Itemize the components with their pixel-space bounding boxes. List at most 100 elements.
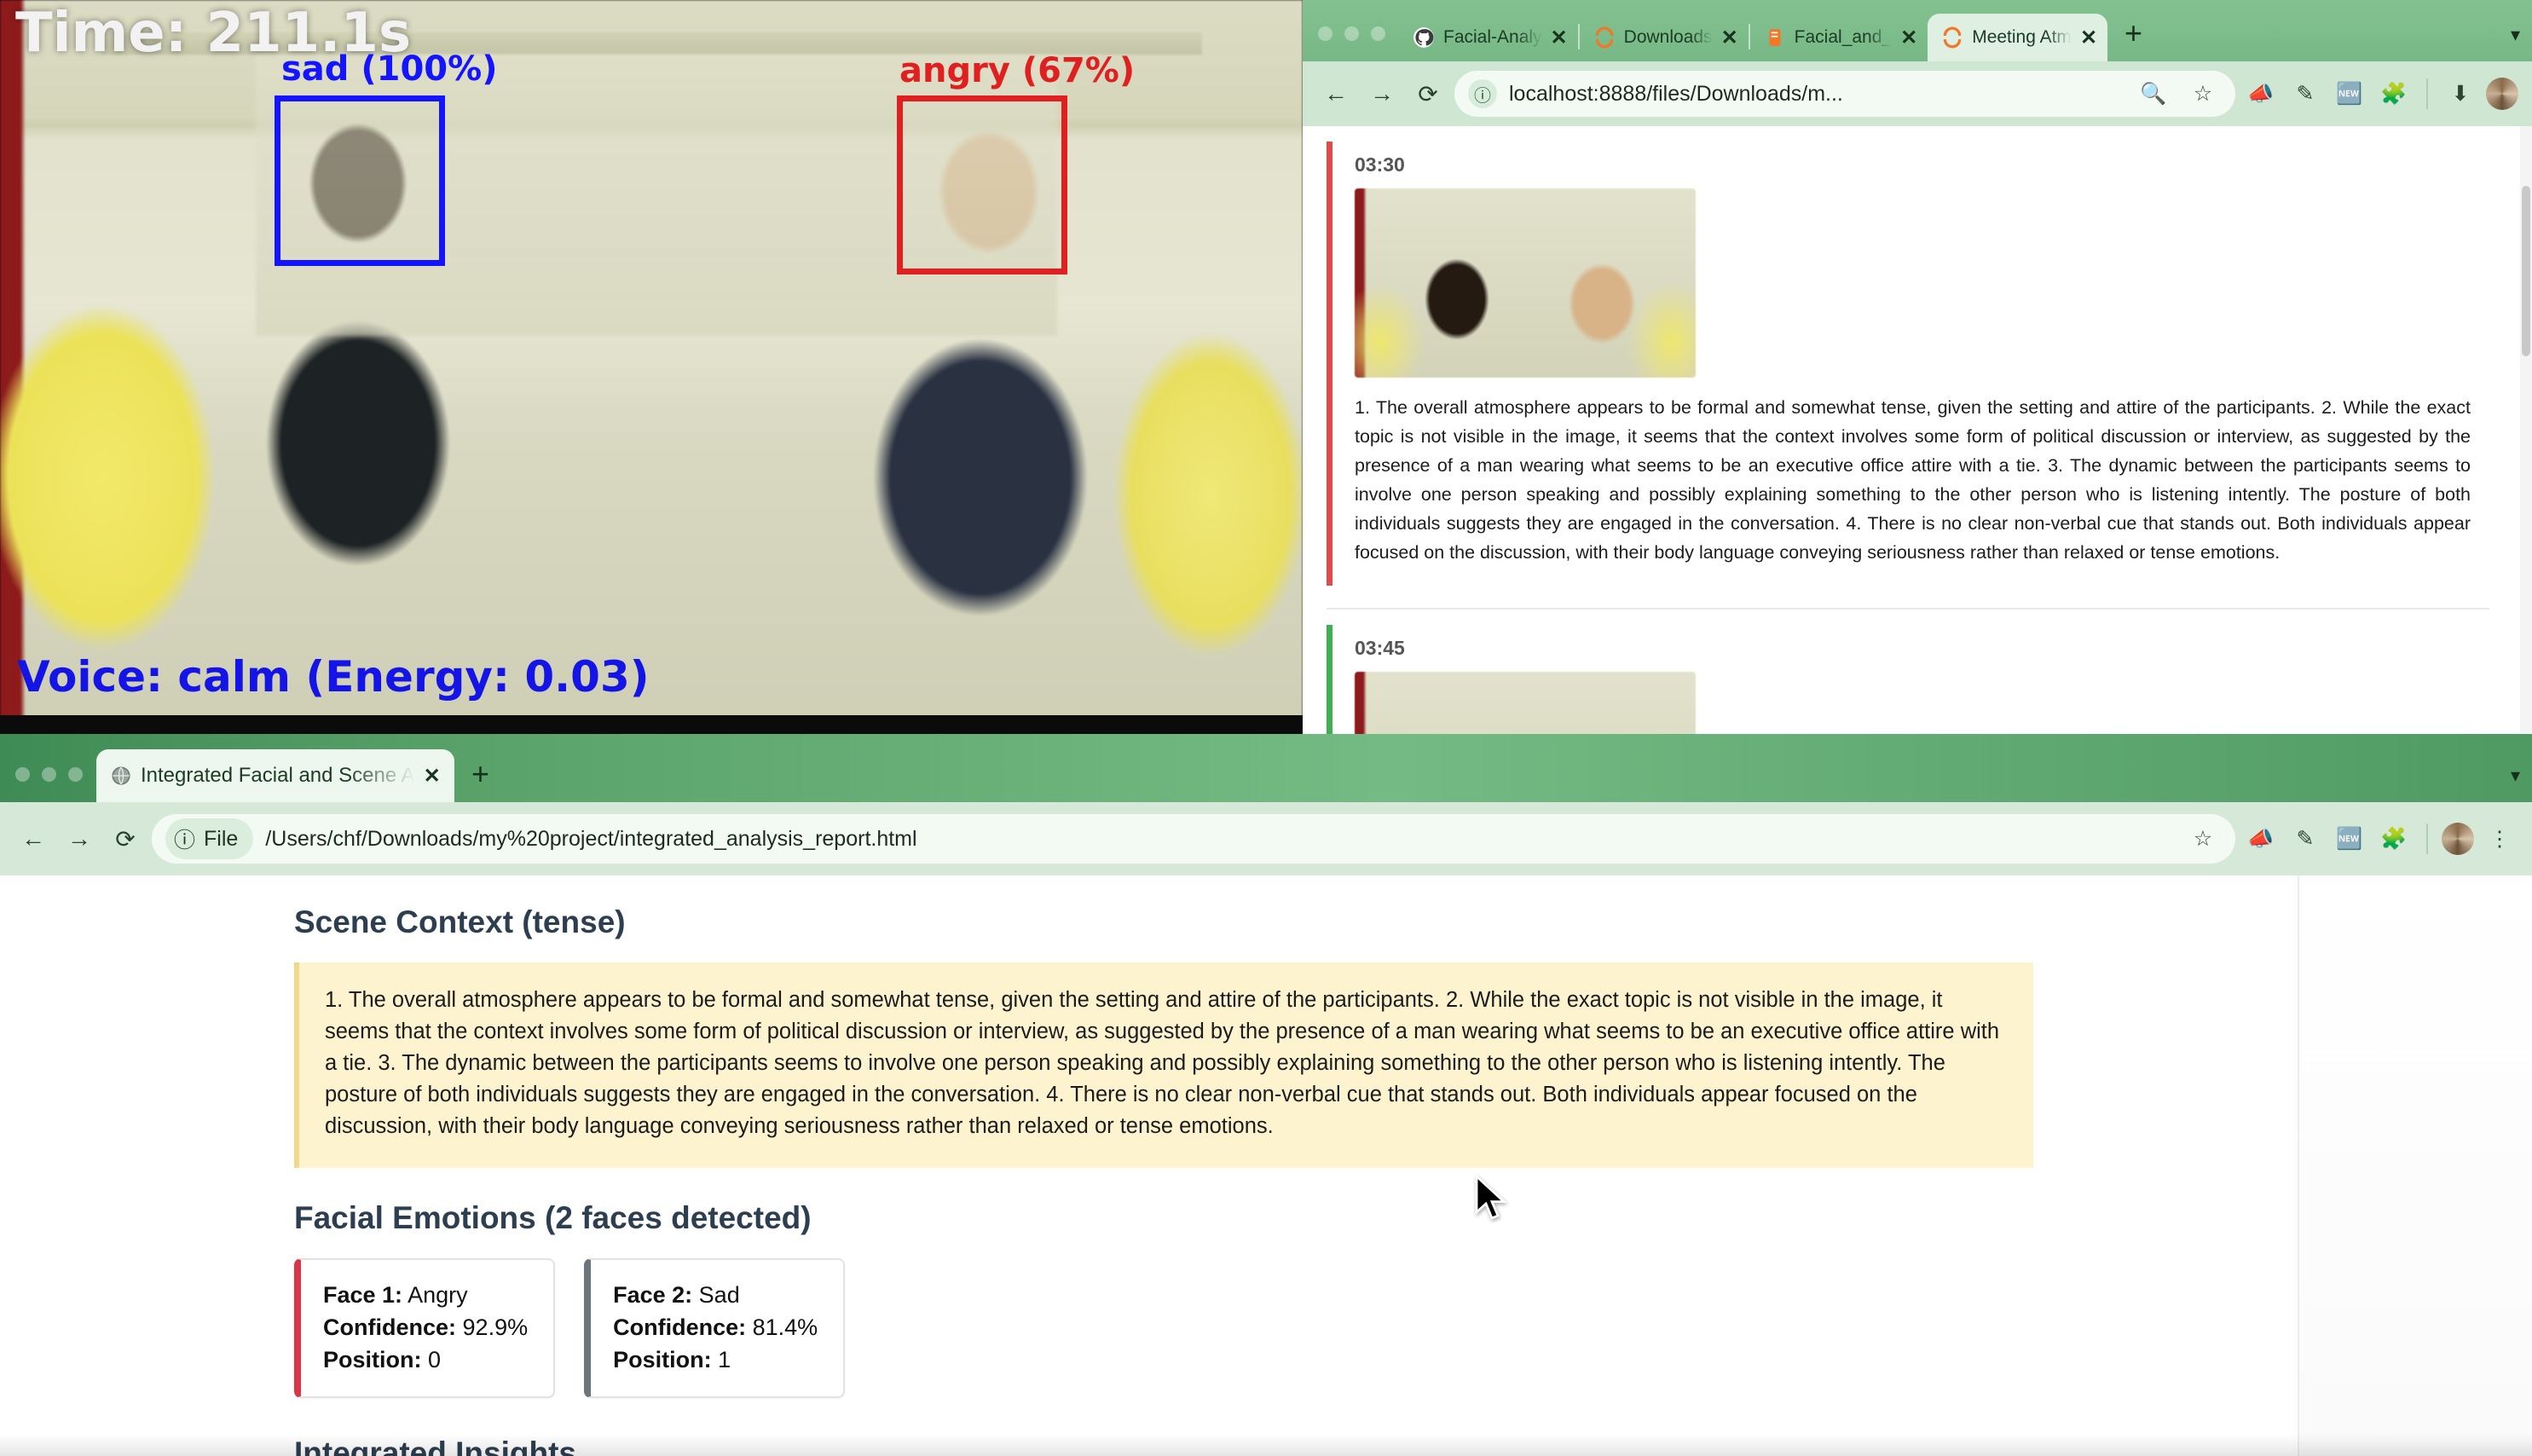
- clip-thumbnail[interactable]: [1355, 188, 1696, 378]
- mouse-cursor: [1475, 1175, 1507, 1220]
- face-card-2: Face 2: Sad Confidence: 81.4% Position: …: [584, 1258, 846, 1398]
- minimize-window-button[interactable]: [1344, 26, 1359, 41]
- face-label: Face 1:: [323, 1282, 403, 1308]
- position-label: Position:: [613, 1347, 712, 1372]
- tab-strip-top: Facial-Analy ✕ Downloads ✕ Facial_and_ ✕…: [1303, 0, 2532, 61]
- tab-close-button[interactable]: ✕: [1551, 26, 1568, 50]
- voice-emotion-overlay: Voice: calm (Energy: 0.03): [17, 652, 650, 702]
- face-bounding-box-angry: [897, 95, 1067, 274]
- tab-close-button[interactable]: ✕: [1721, 26, 1738, 50]
- toolbar-bottom: ← → ⟳ ⓘ File /Users/chf/Downloads/my%20p…: [0, 802, 2532, 875]
- avatar[interactable]: [2486, 78, 2518, 110]
- face-emotion-row: Face 2: Sad: [613, 1279, 818, 1311]
- window-traffic-lights[interactable]: [1309, 26, 1399, 61]
- search-icon[interactable]: 🔍: [2135, 75, 2172, 113]
- clip-timestamp: 03:30: [1355, 153, 1405, 176]
- notebook-icon: [1769, 29, 1781, 46]
- forward-button[interactable]: →: [60, 819, 99, 858]
- globe-icon: [112, 766, 130, 785]
- avatar[interactable]: [2442, 823, 2474, 855]
- chrome-menu-icon[interactable]: ⋮: [2481, 820, 2518, 858]
- back-button[interactable]: ←: [14, 819, 53, 858]
- clip-description: 1. The overall atmosphere appears to be …: [1355, 397, 2471, 563]
- extensions-puzzle-icon[interactable]: 🧩: [2375, 820, 2413, 858]
- face-label-angry: angry (67%): [899, 51, 1136, 90]
- confidence-value: 92.9%: [462, 1314, 529, 1340]
- report-browser-window: Integrated Facial and Scene A ✕ + ▾ ← → …: [0, 734, 2532, 1456]
- tab-facial-and[interactable]: Facial_and_ ✕: [1750, 14, 1928, 61]
- site-info-icon[interactable]: ⓘ: [174, 823, 195, 854]
- face-emotion-row: Face 1: Angry: [323, 1279, 528, 1311]
- star-icon[interactable]: ☆: [2184, 820, 2222, 858]
- clip-thumbnail[interactable]: [1355, 672, 1696, 734]
- highlighter-icon[interactable]: ✎: [2286, 820, 2324, 858]
- forward-button[interactable]: →: [1362, 74, 1402, 113]
- megaphone-icon[interactable]: 📣: [2242, 75, 2280, 113]
- tab-facial-analy[interactable]: Facial-Analy ✕: [1399, 14, 1578, 61]
- minimize-window-button[interactable]: [42, 767, 56, 782]
- address-bar[interactable]: ⓘ File /Users/chf/Downloads/my%20project…: [152, 814, 2235, 864]
- clip-entry: 03:30 1. The overall atmosphere appears …: [1327, 142, 2489, 586]
- face-position-row: Position: 1: [613, 1343, 818, 1376]
- highlighter-icon[interactable]: ✎: [2286, 75, 2324, 113]
- pdf-extension-icon[interactable]: 🆕: [2331, 75, 2368, 113]
- file-scheme-chip: ⓘ File: [165, 818, 254, 859]
- report-page-content: Scene Context (tense) 1. The overall atm…: [0, 875, 2532, 1456]
- window-traffic-lights[interactable]: [7, 767, 96, 802]
- position-value: 1: [718, 1347, 731, 1372]
- tab-title: Facial-Analy: [1443, 27, 1542, 47]
- scrollbar-track[interactable]: [2520, 126, 2532, 734]
- tab-title: Meeting Atm: [1972, 27, 2072, 47]
- address-bar-url: /Users/chf/Downloads/my%20project/integr…: [265, 826, 917, 851]
- tab-close-button[interactable]: ✕: [424, 764, 441, 789]
- face-bounding-box-sad: [275, 95, 445, 266]
- confidence-value: 81.4%: [752, 1314, 818, 1340]
- pdf-extension-icon[interactable]: 🆕: [2331, 820, 2368, 858]
- tab-close-button[interactable]: ✕: [2080, 26, 2097, 50]
- clip-divider: [1327, 608, 2489, 610]
- megaphone-icon[interactable]: 📣: [2242, 820, 2280, 858]
- tab-integrated-report[interactable]: Integrated Facial and Scene A ✕: [96, 749, 454, 802]
- back-button[interactable]: ←: [1316, 74, 1356, 113]
- maximize-window-button[interactable]: [1371, 26, 1385, 41]
- face-emotion-value: Angry: [408, 1282, 468, 1308]
- maximize-window-button[interactable]: [68, 767, 83, 782]
- tab-list-chevron-icon[interactable]: ▾: [2511, 24, 2532, 61]
- jupyter-icon: [1943, 26, 1962, 49]
- face-label: Face 2:: [613, 1282, 693, 1308]
- address-bar[interactable]: ⓘ localhost:8888/files/Downloads/m... 🔍 …: [1454, 71, 2235, 117]
- toolbar-top: ← → ⟳ ⓘ localhost:8888/files/Downloads/m…: [1303, 61, 2532, 126]
- confidence-label: Confidence:: [323, 1314, 457, 1340]
- new-tab-button[interactable]: +: [454, 756, 506, 802]
- face-position-row: Position: 0: [323, 1343, 528, 1376]
- tab-strip-bottom: Integrated Facial and Scene A ✕ + ▾: [0, 734, 2532, 802]
- scene-context-title: Scene Context (tense): [294, 904, 626, 939]
- tab-downloads[interactable]: Downloads ✕: [1580, 14, 1749, 61]
- report-right-gutter: [2298, 875, 2532, 1456]
- face-emotion-value: Sad: [698, 1282, 740, 1308]
- star-icon[interactable]: ☆: [2184, 75, 2222, 113]
- face-confidence-row: Confidence: 81.4%: [613, 1311, 818, 1343]
- tab-title: Downloads: [1623, 27, 1713, 47]
- video-preview-window: Time: 211.1s sad (100%) angry (67%) Voic…: [0, 0, 1303, 734]
- site-info-icon[interactable]: ⓘ: [1468, 79, 1497, 108]
- extensions-puzzle-icon[interactable]: 🧩: [2375, 75, 2413, 113]
- scene-context-text: 1. The overall atmosphere appears to be …: [294, 962, 2033, 1168]
- tab-close-button[interactable]: ✕: [1900, 26, 1917, 50]
- tab-meeting-atm[interactable]: Meeting Atm ✕: [1928, 14, 2108, 61]
- face-label-sad: sad (100%): [281, 49, 498, 89]
- file-chip-label: File: [204, 826, 239, 851]
- close-window-button[interactable]: [15, 767, 30, 782]
- confidence-label: Confidence:: [613, 1314, 747, 1340]
- new-tab-button[interactable]: +: [2107, 15, 2159, 61]
- reload-button[interactable]: ⟳: [106, 819, 145, 858]
- video-letterbox: [0, 715, 1303, 734]
- scrollbar-thumb[interactable]: [2522, 186, 2530, 356]
- facial-emotions-title: Facial Emotions (2 faces detected): [294, 1200, 812, 1235]
- download-icon[interactable]: ⬇: [2442, 75, 2479, 113]
- position-value: 0: [428, 1347, 442, 1372]
- close-window-button[interactable]: [1318, 26, 1332, 41]
- position-label: Position:: [323, 1347, 422, 1372]
- reload-button[interactable]: ⟳: [1408, 74, 1448, 113]
- tab-list-chevron-icon[interactable]: ▾: [2511, 765, 2532, 802]
